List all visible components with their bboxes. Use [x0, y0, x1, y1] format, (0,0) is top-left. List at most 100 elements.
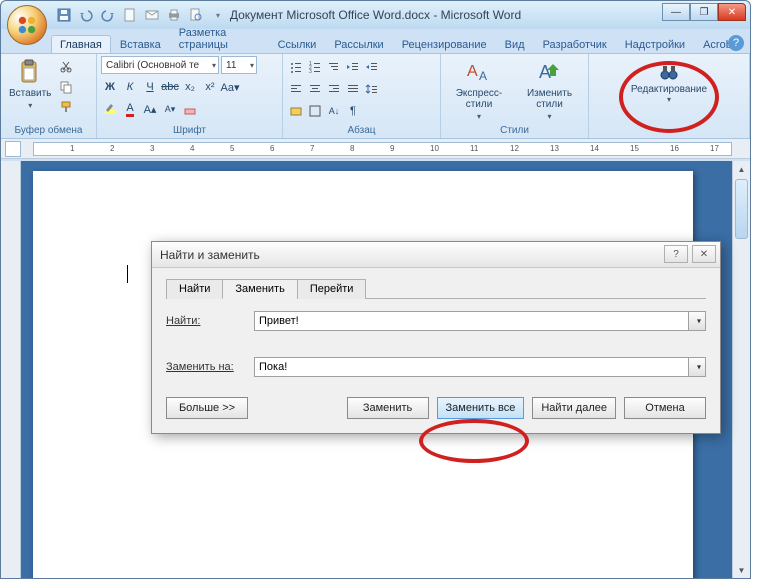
change-case-icon[interactable]: Aa▾	[221, 78, 239, 96]
tab-mailings[interactable]: Рассылки	[325, 35, 392, 53]
group-font-label: Шрифт	[101, 124, 278, 138]
dialog-tab-replace[interactable]: Заменить	[222, 279, 297, 299]
tab-insert[interactable]: Вставка	[111, 35, 170, 53]
new-icon[interactable]	[121, 6, 139, 24]
justify-icon[interactable]	[344, 80, 362, 98]
font-size-combo[interactable]: 11	[221, 56, 257, 74]
tab-selector[interactable]	[5, 141, 21, 157]
redo-icon[interactable]	[99, 6, 117, 24]
dialog-title: Найти и заменить	[160, 248, 260, 262]
italic-icon[interactable]: К	[121, 78, 139, 96]
help-icon[interactable]: ?	[728, 35, 744, 51]
dialog-help-button[interactable]: ?	[664, 245, 688, 263]
show-marks-icon[interactable]: ¶	[344, 102, 362, 120]
chevron-down-icon: ▾	[28, 101, 32, 110]
subscript-icon[interactable]: x₂	[181, 78, 199, 96]
group-styles-label: Стили	[445, 124, 584, 138]
group-editing: Редактирование ▾	[589, 54, 750, 138]
office-button[interactable]	[7, 5, 47, 45]
paste-button[interactable]: Вставить ▾	[5, 56, 55, 112]
change-styles-button[interactable]: A Изменить стили ▾	[515, 56, 584, 123]
ribbon: Вставить ▾ Буфер обмена Calibri (Основно…	[1, 53, 750, 139]
quick-styles-button[interactable]: AA Экспресс-стили ▾	[445, 56, 513, 123]
highlight-icon[interactable]	[101, 100, 119, 118]
underline-icon[interactable]: Ч	[141, 78, 159, 96]
scroll-up-icon[interactable]: ▲	[733, 161, 750, 177]
maximize-button[interactable]: ❐	[690, 3, 718, 21]
scroll-down-icon[interactable]: ▼	[733, 562, 750, 578]
horizontal-ruler[interactable]: 1 2 3 4 5 6 7 8 9 10 11 12 13 14 15 16 1…	[33, 142, 732, 156]
borders-icon[interactable]	[306, 102, 324, 120]
qat-dropdown-icon[interactable]: ▾	[209, 6, 227, 24]
sort-icon[interactable]: А↓	[325, 102, 343, 120]
decrease-indent-icon[interactable]	[344, 58, 362, 76]
window-controls: — ❐ ✕	[662, 3, 746, 21]
chevron-down-icon[interactable]: ▾	[697, 363, 701, 372]
superscript-icon[interactable]: x²	[201, 78, 219, 96]
minimize-button[interactable]: —	[662, 3, 690, 21]
group-font: Calibri (Основной те 11 Ж К Ч abc x₂ x² …	[97, 54, 283, 138]
horizontal-ruler-area: 1 2 3 4 5 6 7 8 9 10 11 12 13 14 15 16 1…	[1, 139, 750, 159]
svg-text:A: A	[479, 69, 487, 83]
tab-home[interactable]: Главная	[51, 35, 111, 53]
more-button[interactable]: Больше >>	[166, 397, 248, 419]
strike-icon[interactable]: abc	[161, 78, 179, 96]
close-button[interactable]: ✕	[718, 3, 746, 21]
vertical-ruler[interactable]	[1, 161, 21, 578]
tab-layout[interactable]: Разметка страницы	[170, 23, 269, 53]
group-clipboard: Вставить ▾ Буфер обмена	[1, 54, 97, 138]
find-next-button[interactable]: Найти далее	[532, 397, 616, 419]
copy-icon[interactable]	[57, 78, 75, 96]
shading-icon[interactable]	[287, 102, 305, 120]
tab-view[interactable]: Вид	[496, 35, 534, 53]
editing-button[interactable]: Редактирование ▾	[623, 56, 715, 104]
grow-font-icon[interactable]: A▴	[141, 100, 159, 118]
font-name-combo[interactable]: Calibri (Основной те	[101, 56, 219, 74]
find-replace-dialog: Найти и заменить ? ✕ Найти Заменить Пере…	[151, 241, 721, 434]
clear-format-icon[interactable]	[181, 100, 199, 118]
chevron-down-icon[interactable]: ▾	[697, 317, 701, 326]
font-color-icon[interactable]: A	[121, 100, 139, 118]
tab-review[interactable]: Рецензирование	[393, 35, 496, 53]
chevron-down-icon: ▾	[547, 112, 551, 121]
dialog-tab-find[interactable]: Найти	[166, 279, 223, 299]
multilevel-icon[interactable]	[325, 58, 343, 76]
text-cursor	[127, 265, 128, 283]
dialog-tab-goto[interactable]: Перейти	[297, 279, 367, 299]
email-icon[interactable]	[143, 6, 161, 24]
cancel-button[interactable]: Отмена	[624, 397, 706, 419]
group-paragraph: 123 А↓ ¶ Абз	[283, 54, 441, 138]
scroll-thumb[interactable]	[735, 179, 748, 239]
replace-input[interactable]: Пока!▾	[254, 357, 706, 377]
undo-icon[interactable]	[77, 6, 95, 24]
word-window: ▾ Документ Microsoft Office Word.docx - …	[0, 0, 751, 579]
title-bar: ▾ Документ Microsoft Office Word.docx - …	[1, 1, 750, 29]
tab-references[interactable]: Ссылки	[269, 35, 326, 53]
window-title: Документ Microsoft Office Word.docx - Mi…	[230, 8, 521, 22]
dialog-title-bar[interactable]: Найти и заменить ? ✕	[152, 242, 720, 268]
replace-all-button[interactable]: Заменить все	[437, 397, 525, 419]
group-paragraph-label: Абзац	[287, 124, 436, 138]
numbering-icon[interactable]: 123	[306, 58, 324, 76]
dialog-close-button[interactable]: ✕	[692, 245, 716, 263]
align-right-icon[interactable]	[325, 80, 343, 98]
align-center-icon[interactable]	[306, 80, 324, 98]
bullets-icon[interactable]	[287, 58, 305, 76]
group-styles: AA Экспресс-стили ▾ A Изменить стили ▾ С…	[441, 54, 589, 138]
increase-indent-icon[interactable]	[363, 58, 381, 76]
format-painter-icon[interactable]	[57, 98, 75, 116]
bold-icon[interactable]: Ж	[101, 78, 119, 96]
line-spacing-icon[interactable]	[363, 80, 381, 98]
tab-developer[interactable]: Разработчик	[534, 35, 616, 53]
vertical-scrollbar[interactable]: ▲ ▼	[732, 161, 750, 578]
shrink-font-icon[interactable]: A▾	[161, 100, 179, 118]
save-icon[interactable]	[55, 6, 73, 24]
replace-button[interactable]: Заменить	[347, 397, 429, 419]
cut-icon[interactable]	[57, 58, 75, 76]
find-input[interactable]: Привет!▾	[254, 311, 706, 331]
align-left-icon[interactable]	[287, 80, 305, 98]
group-clipboard-label: Буфер обмена	[5, 124, 92, 138]
print-icon[interactable]	[165, 6, 183, 24]
tab-addins[interactable]: Надстройки	[616, 35, 694, 53]
preview-icon[interactable]	[187, 6, 205, 24]
